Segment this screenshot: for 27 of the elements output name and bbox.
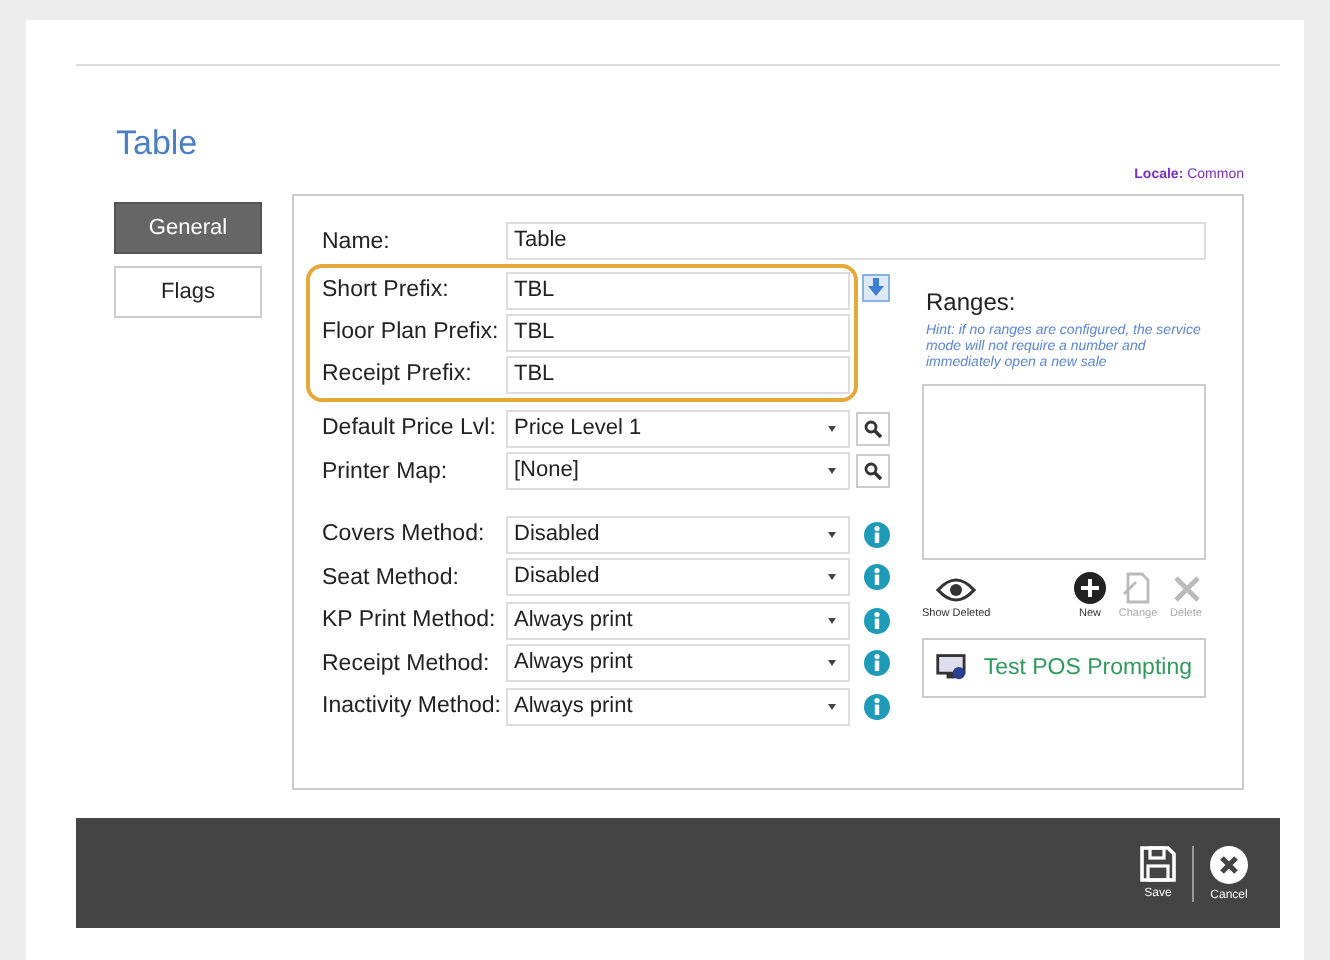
dropdown-field[interactable]: [None] bbox=[506, 452, 850, 491]
page-title: Table bbox=[116, 124, 200, 164]
dropdown-field[interactable]: Always print bbox=[506, 687, 850, 726]
text-field[interactable]: TBL bbox=[506, 313, 850, 351]
ranges-heading: Ranges: bbox=[926, 287, 1018, 315]
field-label: Inactivity Method: bbox=[320, 694, 503, 719]
field-label: Receipt Method: bbox=[320, 651, 492, 676]
field-label: Name: bbox=[320, 229, 392, 254]
dropdown-field[interactable]: Disabled bbox=[506, 558, 850, 597]
field-label: Default Price Lvl: bbox=[320, 416, 498, 441]
test-button[interactable]: Test POS Prompting bbox=[922, 637, 1206, 697]
field-label: Short Prefix: bbox=[320, 278, 451, 302]
dropdown-field[interactable]: Price Level 1 bbox=[506, 409, 850, 448]
text-field[interactable]: TBL bbox=[506, 271, 850, 309]
text-field[interactable]: Table bbox=[506, 222, 1206, 261]
dropdown-field[interactable]: Always print bbox=[506, 601, 850, 640]
field-label: Covers Method: bbox=[320, 522, 487, 547]
tab[interactable]: Flags bbox=[114, 266, 262, 318]
field-label: Seat Method: bbox=[320, 565, 461, 590]
dropdown-field[interactable]: Always print bbox=[506, 644, 850, 683]
field-label: Receipt Prefix: bbox=[320, 362, 474, 386]
dropdown-field[interactable]: Disabled bbox=[506, 515, 850, 554]
text-field[interactable]: TBL bbox=[506, 355, 850, 393]
field-label: Floor Plan Prefix: bbox=[320, 320, 501, 344]
tab[interactable]: General bbox=[114, 202, 262, 254]
field-label: KP Print Method: bbox=[320, 608, 498, 633]
field-label: Printer Map: bbox=[320, 459, 450, 484]
